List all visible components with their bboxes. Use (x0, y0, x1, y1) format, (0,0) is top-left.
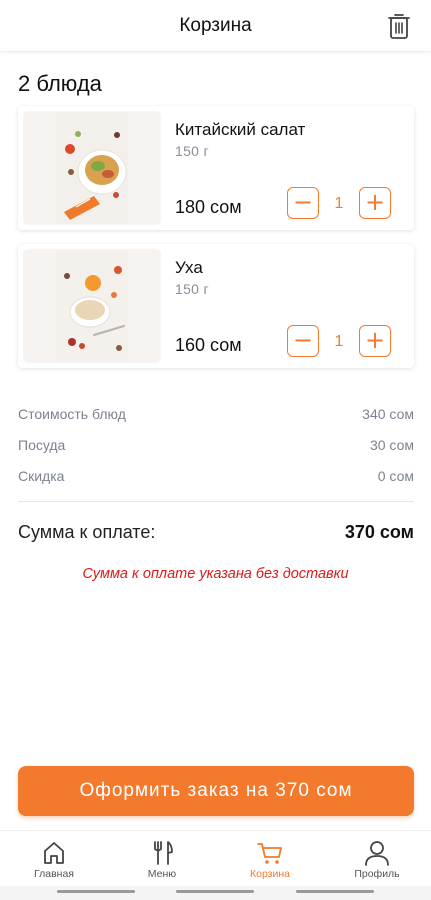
dish-image (24, 112, 160, 224)
tab-label: Корзина (250, 868, 290, 880)
tab-profile[interactable]: Профиль (323, 831, 431, 887)
nav-handle[interactable] (296, 890, 374, 893)
tab-label: Главная (34, 868, 74, 880)
dish-weight: 150 г (175, 281, 209, 297)
cutlery-icon (154, 841, 173, 865)
cart-item-card[interactable]: Уха 150 г 160 сом − 1 + (18, 244, 414, 368)
tab-cart[interactable]: Корзина (216, 831, 324, 887)
tab-menu[interactable]: Меню (108, 831, 216, 887)
summary-label: Стоимость блюд (18, 406, 126, 422)
cart-item-card[interactable]: Китайский салат 150 г 180 сом − 1 + (18, 106, 414, 230)
summary-label: Посуда (18, 437, 66, 453)
dish-name: Китайский салат (175, 120, 306, 139)
checkout-button[interactable]: Оформить заказ на 370 сом (18, 766, 414, 816)
dish-image (24, 250, 160, 362)
nav-handle[interactable] (57, 890, 135, 893)
dish-name: Уха (175, 258, 203, 277)
increase-quantity-button[interactable]: + (359, 325, 391, 357)
total-label: Сумма к оплате: (18, 522, 156, 542)
quantity-value: 1 (334, 333, 344, 350)
clear-cart-button[interactable] (387, 12, 411, 40)
increase-quantity-button[interactable]: + (359, 187, 391, 219)
delivery-note: Сумма к оплате указана без доставки (82, 566, 349, 582)
decrease-quantity-button[interactable]: − (287, 325, 319, 357)
trash-icon (388, 14, 410, 39)
summary-value: 30 сом (369, 437, 414, 453)
tab-label: Профиль (354, 868, 400, 880)
quantity-value: 1 (334, 195, 344, 212)
tab-home[interactable]: Главная (0, 831, 108, 887)
summary-label: Скидка (18, 468, 65, 484)
home-icon (44, 842, 64, 864)
system-nav-bar (0, 886, 431, 900)
bottom-tab-bar: Главная Меню Корзина Профиль (0, 830, 431, 886)
dish-price: 180 сом (175, 197, 242, 217)
decrease-quantity-button[interactable]: − (287, 187, 319, 219)
nav-handle[interactable] (176, 890, 254, 893)
summary-value: 340 сом (362, 406, 414, 422)
dish-price: 160 сом (175, 335, 242, 355)
page-title: Корзина (179, 15, 252, 36)
cart-count: 2 блюда (18, 71, 102, 96)
cart-icon (257, 843, 282, 864)
summary-divider (18, 501, 414, 502)
summary-value: 0 сом (377, 468, 414, 484)
tab-label: Меню (147, 868, 177, 880)
user-icon (365, 841, 389, 866)
dish-weight: 150 г (175, 143, 209, 159)
total-value: 370 сом (344, 522, 414, 542)
top-header: Корзина (0, 0, 431, 52)
